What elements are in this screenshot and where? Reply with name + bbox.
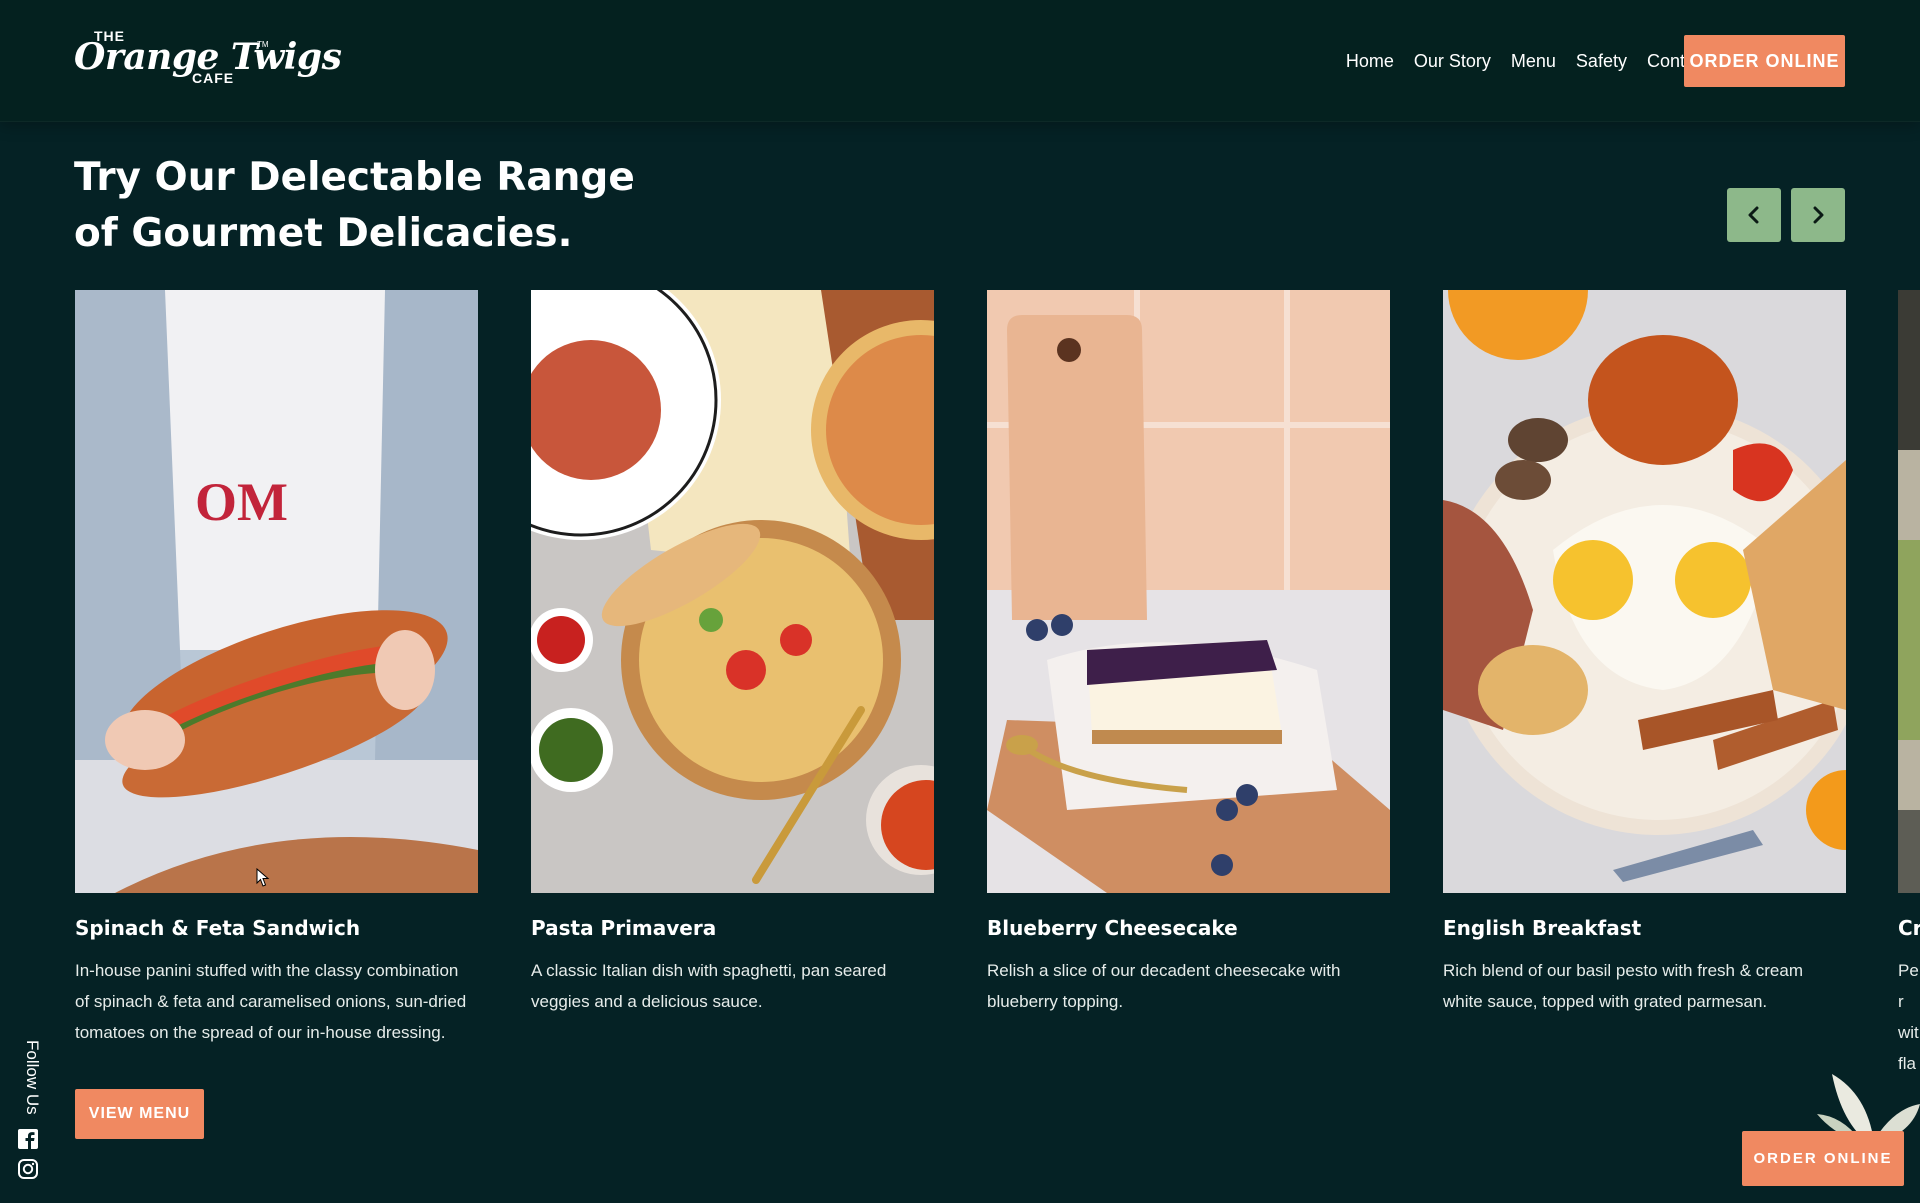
card-title: Spinach & Feta Sandwich [75, 916, 361, 940]
menu-card[interactable]: Pasta Primavera A classic Italian dish w… [531, 290, 934, 1017]
card-description: Relish a slice of our decadent cheesecak… [987, 961, 1341, 1011]
menu-card[interactable]: English Breakfast Rich blend of our basi… [1443, 290, 1846, 1017]
nav-our-story[interactable]: Our Story [1404, 48, 1501, 74]
card-description: A classic Italian dish with spaghetti, p… [531, 961, 887, 1011]
mouse-cursor-icon [256, 868, 270, 887]
logo[interactable]: THE Orange Twigs TM CAFE [74, 26, 342, 88]
card-title: Blueberry Cheesecake [987, 916, 1238, 940]
chevron-right-icon [1813, 206, 1824, 224]
breakfast-photo [1443, 290, 1846, 893]
order-online-floating-button[interactable]: ORDER ONLINE [1742, 1131, 1904, 1186]
pasta-photo [531, 290, 934, 893]
card-title: Pasta Primavera [531, 916, 717, 940]
svg-text:OM: OM [195, 472, 288, 532]
nav-menu[interactable]: Menu [1501, 48, 1566, 74]
site-header: THE Orange Twigs TM CAFE Home Our Story … [0, 0, 1920, 122]
card-title: English Breakfast [1443, 916, 1642, 940]
cheesecake-photo [987, 290, 1390, 893]
view-menu-button[interactable]: VIEW MENU [75, 1089, 204, 1139]
menu-card-partial[interactable]: Cr Per wit fla [1898, 290, 1920, 1079]
logo-tm: TM [257, 40, 269, 49]
sandwich-photo: OM [75, 290, 478, 893]
heading-line-2: of Gourmet Delicacies. [74, 211, 573, 256]
menu-card[interactable]: Blueberry Cheesecake Relish a slice of o… [987, 290, 1390, 1017]
chevron-left-icon [1748, 206, 1759, 224]
instagram-icon[interactable] [17, 1158, 39, 1180]
partial-card-photo [1898, 290, 1920, 893]
card-title: Cr [1898, 916, 1920, 940]
page: THE Orange Twigs TM CAFE Home Our Story … [0, 0, 1920, 1203]
heading-line-1: Try Our Delectable Range [74, 155, 635, 200]
menu-card[interactable]: OM Spinach & Feta Sandwich In-house pani… [75, 290, 478, 1048]
card-description: Rich blend of our basil pesto with fresh… [1443, 961, 1804, 1011]
logo-cafe: CAFE [192, 70, 235, 86]
facebook-icon[interactable] [17, 1128, 39, 1150]
nav-home[interactable]: Home [1336, 48, 1404, 74]
carousel-next-button[interactable] [1791, 188, 1845, 242]
section-heading: Try Our Delectable Range of Gourmet Deli… [74, 150, 774, 262]
carousel-prev-button[interactable] [1727, 188, 1781, 242]
card-description: In-house panini stuffed with the classy … [75, 961, 467, 1042]
order-online-button[interactable]: ORDER ONLINE [1684, 35, 1845, 87]
nav-safety[interactable]: Safety [1566, 48, 1637, 74]
follow-us-label: Follow Us [23, 1040, 42, 1115]
